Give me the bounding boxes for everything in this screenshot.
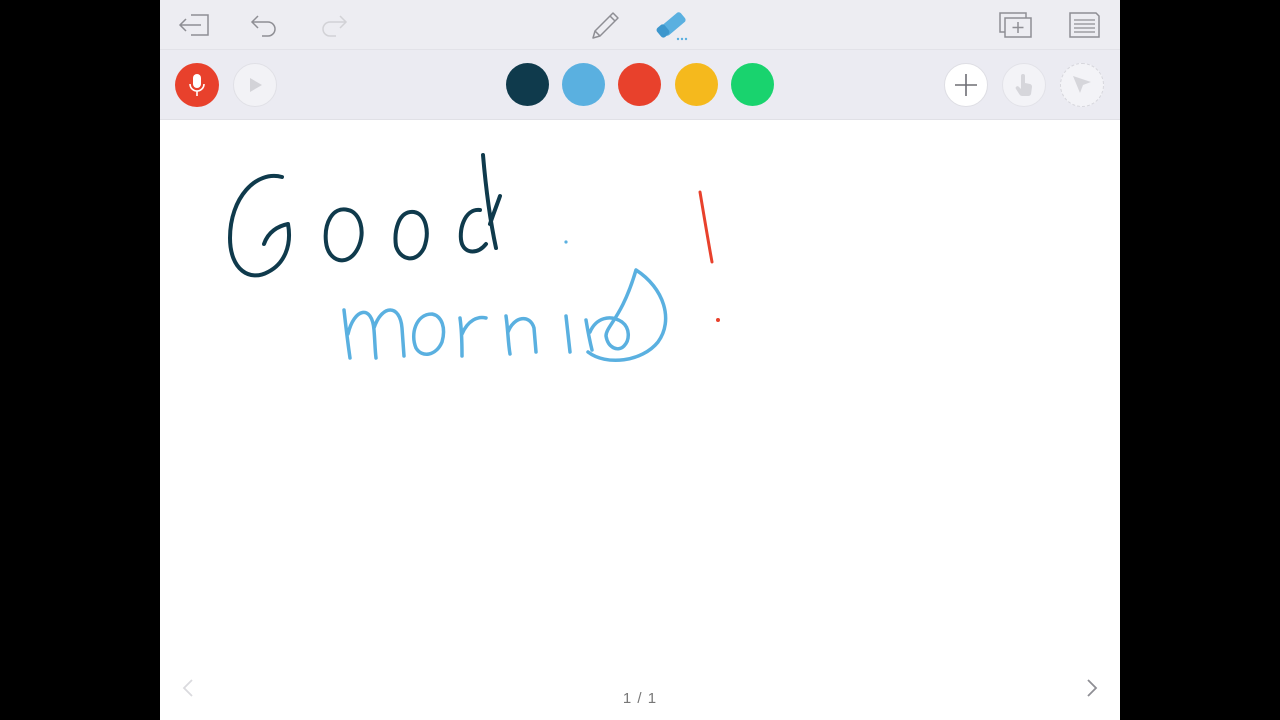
whiteboard-app: 1 / 1 (160, 0, 1120, 720)
pointer-tool-button[interactable] (1060, 63, 1104, 107)
page-indicator: 1 / 1 (622, 690, 658, 707)
drawing-canvas[interactable] (160, 120, 1120, 720)
ink-morning (342, 240, 668, 363)
ink-exclamation (698, 190, 720, 322)
redo-icon[interactable] (316, 8, 352, 42)
slides-list-icon[interactable] (1064, 8, 1104, 42)
color-swatch-green[interactable] (731, 63, 774, 106)
top-toolbar (160, 0, 1120, 50)
undo-icon[interactable] (246, 8, 282, 42)
ink-good (228, 153, 502, 278)
chevron-left-icon (182, 679, 193, 697)
add-button[interactable] (944, 63, 988, 107)
play-button[interactable] (233, 63, 277, 107)
eraser-icon[interactable] (654, 6, 692, 44)
prev-page-arrow[interactable] (176, 676, 200, 700)
hand-tool-button[interactable] (1002, 63, 1046, 107)
plus-icon (955, 74, 977, 96)
color-swatch-navy[interactable] (506, 63, 549, 106)
record-button[interactable] (175, 63, 219, 107)
chevron-right-icon (1087, 679, 1098, 697)
next-page-arrow[interactable] (1080, 676, 1104, 700)
pencil-icon[interactable] (586, 6, 624, 44)
add-slide-icon[interactable] (996, 8, 1036, 42)
color-swatch-yellow[interactable] (675, 63, 718, 106)
color-swatch-blue[interactable] (562, 63, 605, 106)
hand-icon (1015, 74, 1033, 97)
microphone-icon (189, 74, 205, 96)
exit-icon[interactable] (176, 8, 212, 42)
play-icon (250, 78, 262, 92)
color-swatch-red[interactable] (618, 63, 661, 106)
pointer-icon (1073, 76, 1091, 93)
